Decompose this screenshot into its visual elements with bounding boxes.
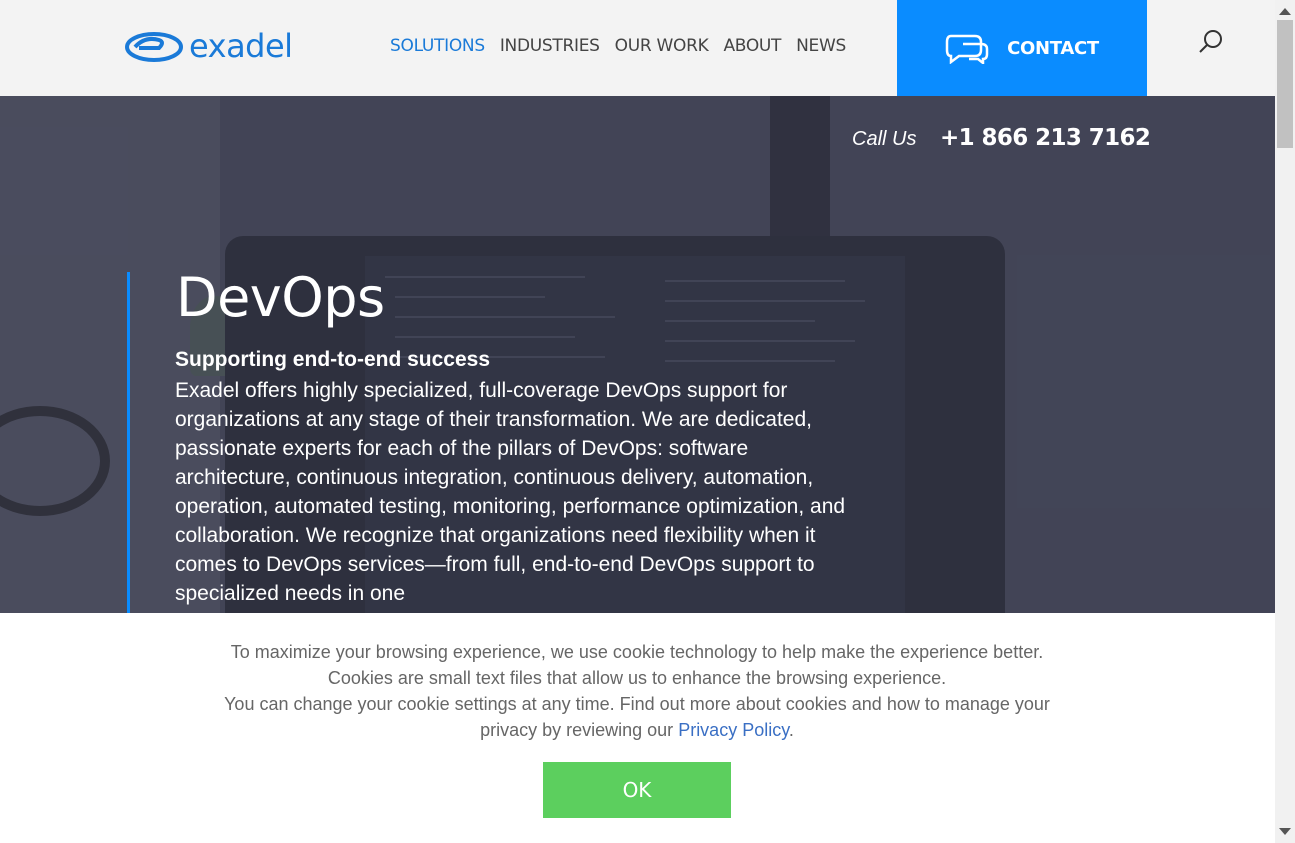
scroll-down-arrow-icon[interactable] <box>1279 828 1291 835</box>
cookie-message: To maximize your browsing experience, we… <box>200 639 1074 743</box>
cookie-text-2: You can change your cookie settings at a… <box>224 694 1050 740</box>
site-header: exadel SOLUTIONS INDUSTRIES OUR WORK ABO… <box>0 0 1275 96</box>
nav-item-our-work[interactable]: OUR WORK <box>615 36 709 56</box>
chat-bubbles-icon <box>945 34 989 64</box>
nav-item-news[interactable]: NEWS <box>796 36 846 56</box>
exadel-logo[interactable]: exadel <box>125 26 293 66</box>
nav-item-industries[interactable]: INDUSTRIES <box>500 36 600 56</box>
exadel-logo-icon <box>125 32 183 62</box>
nav-item-solutions[interactable]: SOLUTIONS <box>390 36 485 56</box>
contact-button[interactable]: CONTACT <box>897 0 1147 96</box>
main-nav: SOLUTIONS INDUSTRIES OUR WORK ABOUT NEWS <box>390 36 846 56</box>
cookie-ok-button[interactable]: OK <box>543 762 731 818</box>
logo-wordmark: exadel <box>189 27 293 65</box>
privacy-policy-link[interactable]: Privacy Policy <box>678 720 789 740</box>
call-us-label: Call Us <box>852 128 917 150</box>
phone-number-link[interactable]: +1 866 213 7162 <box>940 125 1151 151</box>
cookie-banner: To maximize your browsing experience, we… <box>0 613 1275 843</box>
search-icon[interactable] <box>1198 28 1224 54</box>
page-scrollbar[interactable] <box>1275 0 1295 843</box>
cookie-text-1: To maximize your browsing experience, we… <box>230 642 1044 688</box>
accent-line <box>127 272 130 613</box>
contact-label: CONTACT <box>1007 37 1099 59</box>
hero-section: Call Us +1 866 213 7162 DevOps Supportin… <box>0 96 1275 613</box>
cookie-text-end: . <box>788 720 794 740</box>
nav-item-about[interactable]: ABOUT <box>723 36 781 56</box>
page-title: DevOps <box>176 266 385 329</box>
hero-description: Exadel offers highly specialized, full-c… <box>175 379 846 605</box>
scrollbar-thumb[interactable] <box>1277 20 1293 148</box>
scroll-up-arrow-icon[interactable] <box>1279 8 1291 15</box>
hero-subtitle: Supporting end-to-end success <box>175 348 491 371</box>
